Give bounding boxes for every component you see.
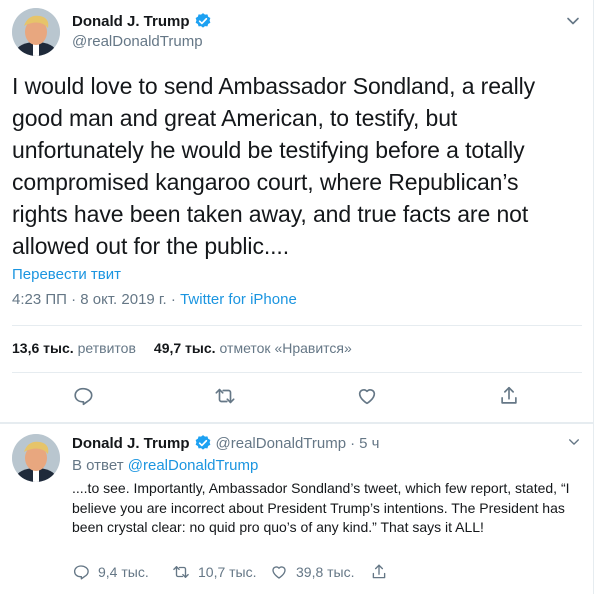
reply-button[interactable]: 9,4 тыс. [72,563,149,581]
like-icon [272,566,286,579]
author-handle[interactable]: @realDonaldTrump [216,435,347,452]
share-icon [501,386,517,404]
avatar[interactable] [12,434,60,482]
verified-badge-icon [195,435,210,450]
tweet-actions [0,385,594,413]
reply-actions: 9,4 тыс. 10,7 тыс. 39,8 тыс. [72,563,572,585]
translate-tweet-link[interactable]: Перевести твит [12,266,121,283]
reply-context: В ответ @realDonaldTrump [72,457,258,474]
likes-count: 49,7 тыс. [153,340,216,356]
retweet-icon [215,388,235,404]
like-button[interactable]: 39,8 тыс. [270,563,355,581]
tweet-text: I would love to send Ambassador Sondland… [12,73,536,259]
tweet-timestamp[interactable]: 4:23 ПП · 8 окт. 2019 г. · [12,291,180,308]
caret-down-icon[interactable] [568,436,580,448]
retweets-label: ретвитов [77,340,136,356]
retweets-count: 13,6 тыс. [12,340,74,356]
tweet-stats: 13,6 тыс. ретвитов 49,7 тыс. отметок «Нрав… [12,340,352,356]
separator-dot: · [350,434,356,452]
retweet-button[interactable]: 10,7 тыс. [172,563,257,581]
retweet-icon [173,566,189,578]
reply-tweet-text: ....to see. Importantly, Ambassador Sond… [72,480,570,535]
retweets-count: 10,7 тыс. [198,564,257,580]
tweet-meta: 4:23 ПП · 8 окт. 2019 г. · Twitter for i… [12,291,297,308]
divider [12,325,582,326]
tweet-detail-pane: Donald J. Trump @realDonaldTrump I would… [0,0,594,594]
author-handle[interactable]: @realDonaldTrump [72,33,203,50]
reply-button[interactable] [72,385,96,409]
tweet-age[interactable]: 5 ч [359,435,379,452]
reply-to-handle-link[interactable]: @realDonaldTrump [128,457,259,474]
divider [12,372,582,373]
like-icon [358,389,376,405]
display-name[interactable]: Donald J. Trump [72,435,190,452]
replies-count: 9,4 тыс. [98,564,149,580]
share-icon [372,564,386,579]
reply-icon [73,565,89,580]
section-divider [0,422,594,424]
likes-stat[interactable]: 49,7 тыс. отметок «Нравится» [154,340,352,356]
author-name[interactable]: Donald J. Trump [72,12,212,30]
retweets-stat[interactable]: 13,6 тыс. ретвитов [12,340,136,356]
tweet-source-link[interactable]: Twitter for iPhone [180,291,297,308]
display-name[interactable]: Donald J. Trump [72,13,190,30]
like-button[interactable] [356,385,380,409]
verified-badge-icon [195,13,210,28]
avatar[interactable] [12,8,60,56]
caret-down-icon[interactable] [566,14,580,28]
retweet-button[interactable] [214,385,238,409]
reply-icon [74,387,93,406]
share-button[interactable] [498,385,522,409]
reply-header: Donald J. Trump @realDonaldTrump · 5 ч [72,434,379,452]
likes-label: отметок «Нравится» [219,340,352,356]
likes-count: 39,8 тыс. [296,564,355,580]
share-button[interactable] [370,563,388,581]
reply-to-label: В ответ [72,457,124,474]
